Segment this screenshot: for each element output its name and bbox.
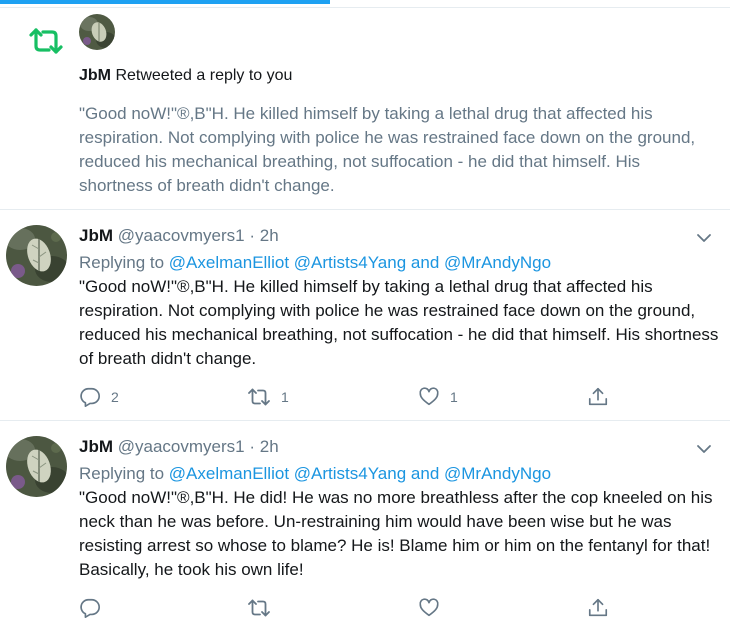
retweet-icon xyxy=(28,26,64,56)
mention-link[interactable]: @MrAndyNgo xyxy=(444,464,551,483)
tweet-text: "Good noW!"®,B"H. He did! He was no more… xyxy=(79,488,713,579)
like-button[interactable]: 1 xyxy=(418,385,458,409)
share-icon xyxy=(587,386,609,408)
retweet-notification-line: JbM Retweeted a reply to you xyxy=(79,66,292,86)
retweeted-text: "Good noW!"®,B"H. He killed himself by t… xyxy=(79,104,696,195)
separator: · xyxy=(249,226,255,245)
heart-icon xyxy=(418,386,440,408)
avatar[interactable] xyxy=(79,14,115,50)
author-name[interactable]: JbM xyxy=(79,226,113,245)
like-button[interactable] xyxy=(418,596,450,620)
notification-action: Retweeted a reply to you xyxy=(115,67,293,84)
retweet-button[interactable] xyxy=(247,596,281,620)
reply-icon xyxy=(79,386,101,408)
reply-icon xyxy=(79,597,101,619)
tweet-timestamp[interactable]: 2h xyxy=(260,226,279,245)
like-count: 1 xyxy=(450,389,458,405)
share-button[interactable] xyxy=(587,596,609,620)
mention-link[interactable]: @Artists4Yang xyxy=(294,464,406,483)
mention-link[interactable]: @MrAndyNgo xyxy=(444,253,551,272)
retweet-icon xyxy=(247,386,271,408)
share-button[interactable] xyxy=(587,385,609,409)
tweet-timestamp[interactable]: 2h xyxy=(260,437,279,456)
mention-link[interactable]: @AxelmanElliot xyxy=(169,253,289,272)
actor-name[interactable]: JbM xyxy=(79,67,111,84)
reply-count: 2 xyxy=(111,389,119,405)
tweet-actions xyxy=(79,596,619,620)
retweet-button[interactable]: 1 xyxy=(247,385,289,409)
chevron-down-icon[interactable] xyxy=(695,229,713,247)
author-name[interactable]: JbM xyxy=(79,437,113,456)
avatar[interactable] xyxy=(6,225,67,286)
reply-button[interactable] xyxy=(79,596,111,620)
tweet[interactable]: JbM @yaacovmyers1 · 2h Replying to @Axel… xyxy=(0,211,730,421)
retweet-notification[interactable]: JbM Retweeted a reply to you "Good noW!"… xyxy=(0,8,730,210)
share-icon xyxy=(587,597,609,619)
mention-link[interactable]: @Artists4Yang xyxy=(294,253,406,272)
separator: · xyxy=(249,437,255,456)
chevron-down-icon[interactable] xyxy=(695,440,713,458)
avatar[interactable] xyxy=(6,436,67,497)
author-handle[interactable]: @yaacovmyers1 xyxy=(118,437,245,456)
tweet-actions: 2 1 1 xyxy=(79,385,619,409)
retweet-icon xyxy=(247,597,271,619)
replying-to: Replying to @AxelmanElliot @Artists4Yang… xyxy=(79,462,551,486)
author-handle[interactable]: @yaacovmyers1 xyxy=(118,226,245,245)
heart-icon xyxy=(418,597,440,619)
reply-button[interactable]: 2 xyxy=(79,385,119,409)
tweet[interactable]: JbM @yaacovmyers1 · 2h Replying to @Axel… xyxy=(0,422,730,624)
mention-link[interactable]: @AxelmanElliot xyxy=(169,464,289,483)
replying-to-label: Replying to xyxy=(79,253,165,272)
mention-and[interactable]: and xyxy=(411,464,439,483)
tweet-text: "Good noW!"®,B"H. He killed himself by t… xyxy=(79,277,719,368)
replying-to: Replying to @AxelmanElliot @Artists4Yang… xyxy=(79,251,551,275)
retweet-count: 1 xyxy=(281,389,289,405)
active-tab-indicator xyxy=(0,0,330,4)
tweet-header: JbM @yaacovmyers1 · 2h xyxy=(79,436,279,458)
mention-and[interactable]: and xyxy=(411,253,439,272)
replying-to-label: Replying to xyxy=(79,464,165,483)
tweet-header: JbM @yaacovmyers1 · 2h xyxy=(79,225,279,247)
